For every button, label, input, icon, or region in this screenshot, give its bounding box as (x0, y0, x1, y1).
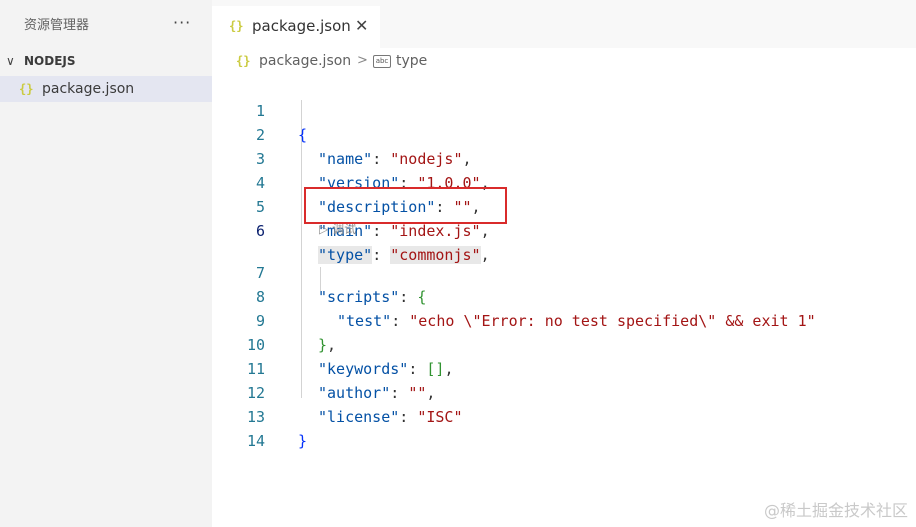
explorer-title: 资源管理器 (24, 18, 90, 33)
folder-label: NODEJS (24, 54, 76, 68)
chevron-down-icon[interactable]: ∨ (6, 50, 15, 72)
code-line: 12 "license": "ISC" (212, 357, 916, 426)
code-line: 8 "test": "echo \"Error: no test specifi… (212, 261, 916, 330)
code-line: 11 "author": "", (212, 333, 916, 402)
code-line: 14 (212, 405, 916, 450)
breadcrumb: {} package.json > abc type (212, 50, 916, 72)
watermark: @稀土掘金技术社区 (763, 501, 908, 520)
code-line: 3 "version": "1.0.0", (212, 123, 916, 192)
breadcrumb-symbol[interactable]: type (396, 50, 427, 72)
folder-section-nodejs[interactable]: ∨ NODEJS (0, 50, 212, 72)
tab-label: package.json (252, 17, 351, 35)
code-line: 10 "keywords": [], (212, 309, 916, 378)
token: } (298, 432, 308, 450)
json-file-icon: {} (236, 54, 251, 68)
more-actions-icon[interactable]: ··· (173, 13, 191, 32)
code-line: 13 } (212, 381, 916, 450)
code-line: 1 { (212, 75, 916, 144)
play-icon: ▷ (319, 222, 329, 236)
code-line: 4 "description": "", (212, 147, 916, 216)
codelens-label: 调试 (332, 222, 357, 236)
line-number: 14 (246, 432, 265, 450)
file-name: package.json (42, 81, 135, 97)
file-item-package-json[interactable]: {} package.json (0, 76, 212, 102)
json-file-icon: {} (229, 19, 244, 33)
json-file-icon: {} (19, 82, 34, 96)
code-line: 2 "name": "nodejs", (212, 99, 916, 168)
close-icon[interactable]: ✕ (355, 6, 368, 46)
string-symbol-icon: abc (373, 55, 391, 68)
highlight-box (304, 187, 507, 224)
tab-package-json[interactable]: {} package.json ✕ (212, 6, 380, 48)
breadcrumb-file[interactable]: package.json (259, 50, 351, 72)
explorer-sidebar: 资源管理器 ··· ∨ NODEJS {} package.json (0, 0, 212, 527)
code-line: 7 "scripts": { (212, 237, 916, 306)
chevron-right-icon: > (357, 53, 368, 68)
code-line: 9 }, (212, 285, 916, 354)
code-editor[interactable]: 1 { 2 "name": "nodejs", 3 "version": "1.… (212, 74, 916, 527)
